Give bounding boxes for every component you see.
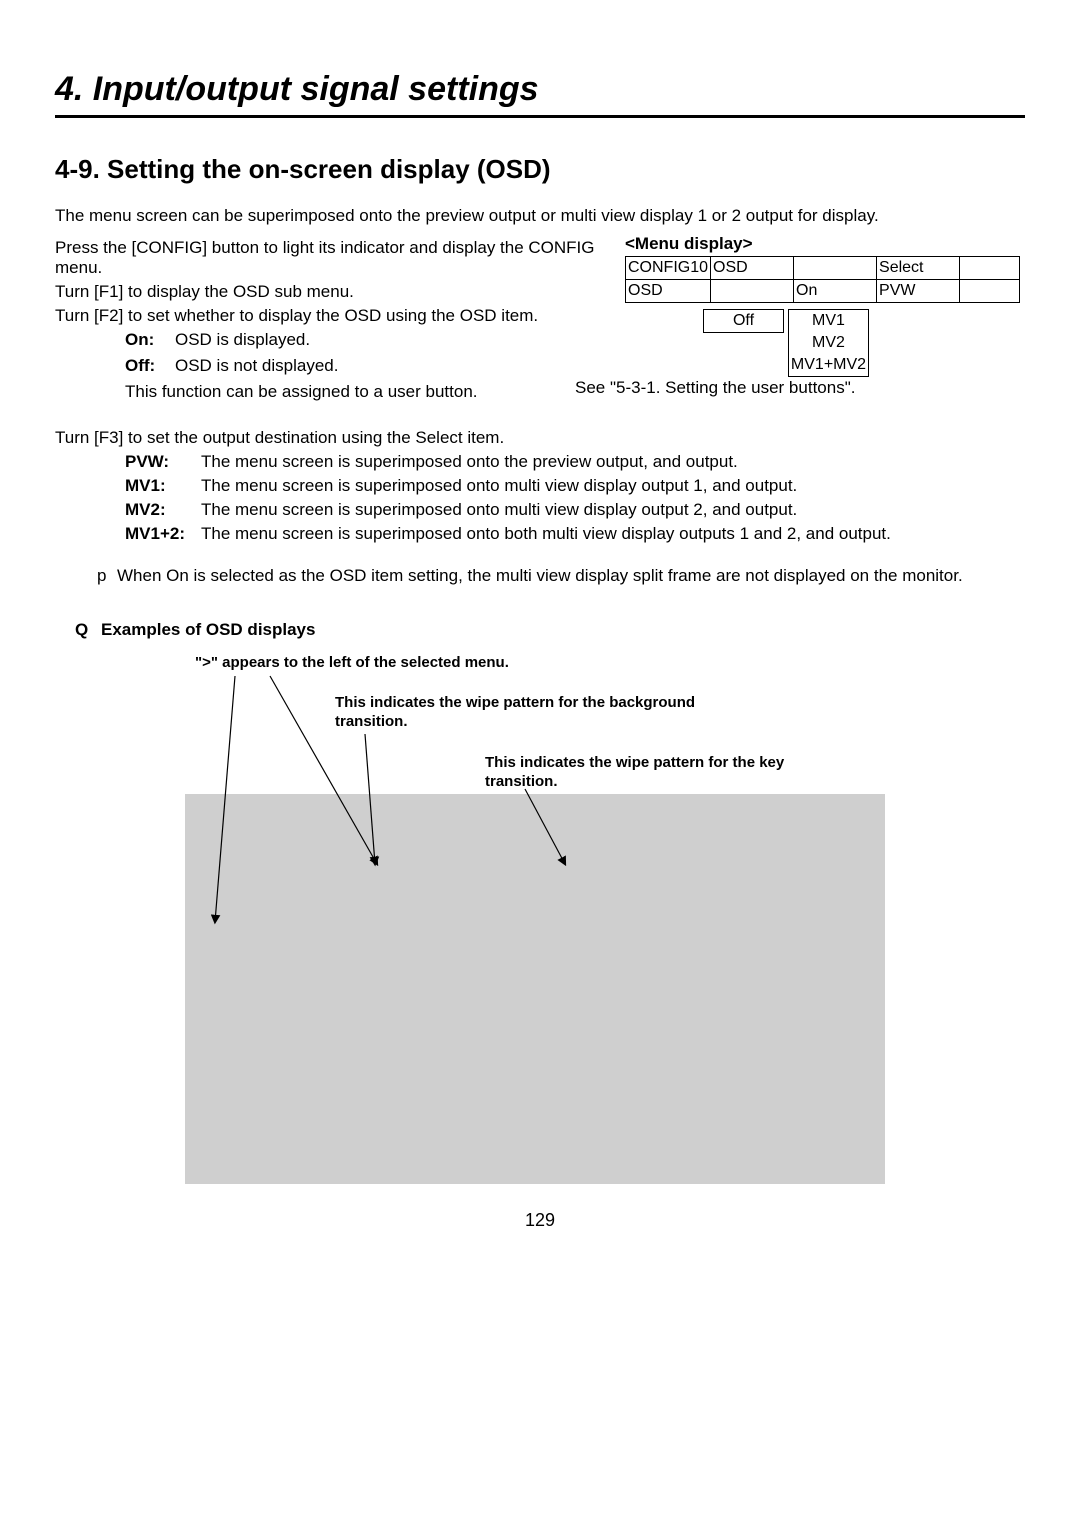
bullet-text: When On is selected as the OSD item sett… bbox=[117, 566, 1025, 586]
def-text: The menu screen is superimposed onto mul… bbox=[201, 500, 1025, 520]
step-2: Turn [F1] to display the OSD sub menu. bbox=[55, 282, 617, 302]
menu-option: MV2 bbox=[788, 332, 869, 354]
def-label: MV1: bbox=[125, 476, 195, 496]
bullet-icon: p bbox=[97, 566, 109, 586]
def-text: The menu screen is superimposed onto the… bbox=[201, 452, 1025, 472]
osd-screen-placeholder bbox=[185, 794, 885, 1184]
def-text: The menu screen is superimposed onto bot… bbox=[201, 524, 1025, 544]
annotation-2: This indicates the wipe pattern for the … bbox=[335, 694, 735, 732]
intro-paragraph: The menu screen can be superimposed onto… bbox=[55, 205, 1025, 228]
menu-cell: CONFIG10 bbox=[626, 256, 711, 279]
on-label: On: bbox=[125, 330, 169, 350]
annotation-1: ">" appears to the left of the selected … bbox=[195, 654, 509, 673]
osd-example-figure: ">" appears to the left of the selected … bbox=[55, 654, 1025, 1184]
menu-option: MV1+MV2 bbox=[788, 354, 869, 377]
step-4: Turn [F3] to set the output destination … bbox=[55, 428, 1025, 448]
def-label: MV2: bbox=[125, 500, 195, 520]
menu-display-label: <Menu display> bbox=[625, 234, 1025, 254]
menu-option: Off bbox=[703, 309, 784, 333]
menu-cell: On bbox=[794, 279, 877, 302]
on-text: OSD is displayed. bbox=[175, 330, 617, 350]
q-icon: Q bbox=[75, 620, 93, 640]
destination-definitions: PVW: The menu screen is superimposed ont… bbox=[125, 452, 1025, 544]
step-3: Turn [F2] to set whether to display the … bbox=[55, 306, 617, 326]
page-number: 129 bbox=[55, 1210, 1025, 1231]
menu-cell bbox=[711, 279, 794, 302]
examples-heading: Q Examples of OSD displays bbox=[75, 620, 1025, 640]
note-bullet: p When On is selected as the OSD item se… bbox=[97, 566, 1025, 586]
menu-option-group: Off MV1 MV2 MV1+MV2 bbox=[703, 309, 1025, 377]
menu-cell bbox=[794, 256, 877, 279]
section-title: 4-9. Setting the on-screen display (OSD) bbox=[55, 154, 1025, 185]
menu-cell: Select bbox=[877, 256, 960, 279]
on-off-list: On: OSD is displayed. Off: OSD is not di… bbox=[125, 330, 617, 376]
menu-cell: OSD bbox=[711, 256, 794, 279]
menu-cell: OSD bbox=[626, 279, 711, 302]
menu-cell: PVW bbox=[877, 279, 960, 302]
assign-text-a: This function can be assigned to a user … bbox=[125, 382, 478, 402]
def-label: PVW: bbox=[125, 452, 195, 472]
examples-text: Examples of OSD displays bbox=[101, 620, 315, 640]
menu-cell bbox=[960, 256, 1020, 279]
chapter-title: 4. Input/output signal settings bbox=[55, 70, 1025, 118]
def-label: MV1+2: bbox=[125, 524, 195, 544]
def-text: The menu screen is superimposed onto mul… bbox=[201, 476, 1025, 496]
step-1: Press the [CONFIG] button to light its i… bbox=[55, 238, 617, 278]
menu-option-stack: MV1 MV2 MV1+MV2 bbox=[788, 309, 869, 377]
menu-cell bbox=[960, 279, 1020, 302]
assign-note: This function can be assigned to a user … bbox=[125, 382, 617, 402]
menu-option: MV1 bbox=[788, 309, 869, 332]
off-label: Off: bbox=[125, 356, 169, 376]
assign-text-b: See "5-3-1. Setting the user buttons". bbox=[575, 378, 855, 398]
off-text: OSD is not displayed. bbox=[175, 356, 617, 376]
annotation-3: This indicates the wipe pattern for the … bbox=[485, 754, 845, 792]
menu-display-table: CONFIG10 OSD Select OSD On PVW bbox=[625, 256, 1020, 303]
